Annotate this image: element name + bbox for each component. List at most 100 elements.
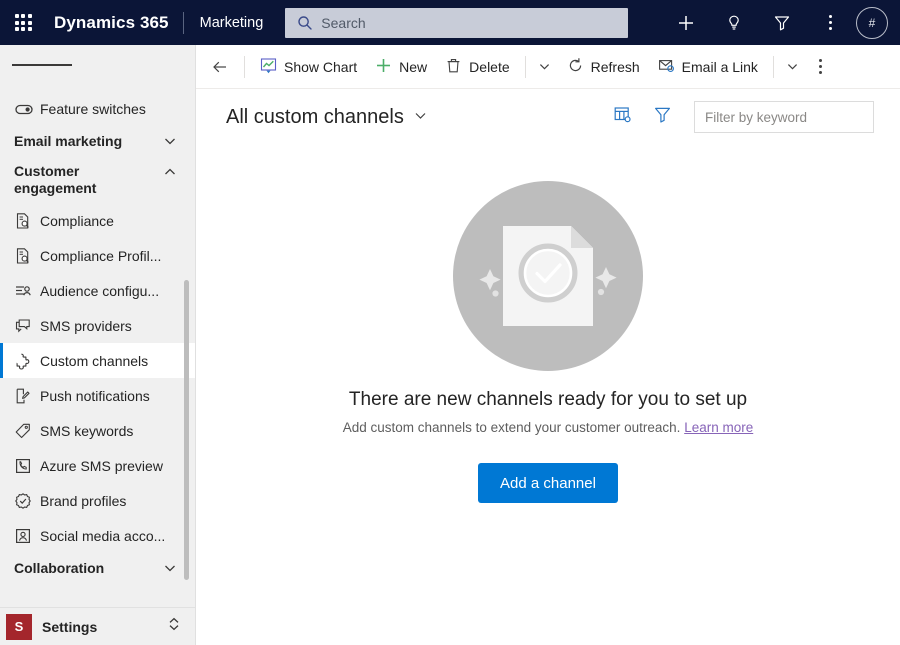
command-divider <box>772 55 774 78</box>
sidebar-item-feature-switches[interactable]: Feature switches <box>0 91 195 126</box>
sidebar-scrollbar[interactable] <box>184 280 189 580</box>
sidebar-group-customer-engagement[interactable]: Customer engagement <box>0 157 195 203</box>
main-content: Show Chart New Delete Refresh Email a Li… <box>196 45 900 645</box>
app-name[interactable]: Marketing <box>184 15 280 31</box>
learn-more-link[interactable]: Learn more <box>684 420 753 435</box>
chevron-up-icon <box>163 165 177 182</box>
brand-title[interactable]: Dynamics 365 <box>46 13 183 33</box>
chevron-down-icon <box>413 106 428 129</box>
seal-check-icon <box>14 492 40 510</box>
empty-state-subtitle-text: Add custom channels to extend your custo… <box>342 420 685 435</box>
toggle-icon <box>14 99 40 119</box>
sidebar-item-compliance-profiles[interactable]: Compliance Profil... <box>0 238 195 273</box>
document-search-icon <box>14 212 40 230</box>
phone-box-icon <box>14 457 40 475</box>
edit-columns-icon <box>613 105 632 129</box>
updown-chevron-icon <box>167 616 181 637</box>
sitemap-scroll-area: Feature switches Email marketing Custome… <box>0 85 195 607</box>
sidebar-item-label: SMS providers <box>40 317 132 334</box>
sidebar-item-brand-profiles[interactable]: Brand profiles <box>0 483 195 518</box>
avatar[interactable]: # <box>856 6 888 39</box>
back-arrow-icon[interactable] <box>202 49 238 85</box>
email-chevron-down-icon[interactable] <box>780 49 806 85</box>
sidebar-item-social-media-accounts[interactable]: Social media acco... <box>0 518 195 553</box>
app-body: Feature switches Email marketing Custome… <box>0 45 900 645</box>
more-vertical-icon <box>828 15 832 30</box>
area-switcher-label: Settings <box>42 618 98 635</box>
empty-state-subtitle: Add custom channels to extend your custo… <box>343 420 753 435</box>
sidebar-item-audience-configuration[interactable]: Audience configu... <box>0 273 195 308</box>
new-button[interactable]: New <box>366 49 436 85</box>
command-label: Show Chart <box>284 58 358 75</box>
tag-icon <box>14 422 40 440</box>
audience-list-icon <box>14 282 40 300</box>
area-badge: S <box>6 613 32 640</box>
delete-button[interactable]: Delete <box>436 49 518 85</box>
page-title: All custom channels <box>226 105 404 128</box>
sidebar-group-label: Customer engagement <box>14 163 97 196</box>
view-selector[interactable]: All custom channels <box>226 106 428 129</box>
app-window: Dynamics 365 Marketing Search # Feature … <box>0 0 900 645</box>
sidebar-group-email-marketing[interactable]: Email marketing <box>0 126 195 157</box>
email-a-link-button[interactable]: Email a Link <box>649 49 767 85</box>
sitemap-sidebar: Feature switches Email marketing Custome… <box>0 45 196 645</box>
funnel-icon <box>774 15 790 30</box>
push-notification-icon <box>14 387 40 405</box>
refresh-icon <box>567 57 584 77</box>
sidebar-item-compliance[interactable]: Compliance <box>0 203 195 238</box>
sidebar-item-label: Custom channels <box>40 352 149 369</box>
command-divider <box>244 55 245 78</box>
sidebar-item-azure-sms-preview[interactable]: Azure SMS preview <box>0 448 195 483</box>
sidebar-item-label: Feature switches <box>40 100 146 117</box>
header-filter-button[interactable] <box>758 0 806 45</box>
person-frame-icon <box>14 527 40 545</box>
sidebar-item-label: Azure SMS preview <box>40 457 163 474</box>
sidebar-item-sms-providers[interactable]: SMS providers <box>0 308 195 343</box>
hamburger-icon[interactable] <box>0 45 195 85</box>
command-label: Delete <box>469 58 510 75</box>
search-icon <box>297 15 313 31</box>
sidebar-item-label: SMS keywords <box>40 422 134 439</box>
sidebar-group-collaboration[interactable]: Collaboration <box>0 553 195 584</box>
search-input[interactable] <box>321 14 582 31</box>
trash-icon <box>445 57 462 77</box>
plus-icon <box>375 57 392 77</box>
header-more-button[interactable] <box>806 0 854 45</box>
show-chart-button[interactable]: Show Chart <box>251 49 366 85</box>
empty-state-title: There are new channels ready for you to … <box>348 389 748 410</box>
sidebar-item-push-notifications[interactable]: Push notifications <box>0 378 195 413</box>
chart-icon <box>260 57 277 77</box>
document-check-sparkles-illustration <box>453 181 643 371</box>
command-label: Refresh <box>590 58 640 75</box>
edit-columns-button[interactable] <box>606 101 638 133</box>
sidebar-group-label: Collaboration <box>14 560 105 576</box>
puzzle-piece-icon <box>14 352 40 370</box>
add-a-channel-button[interactable]: Add a channel <box>478 463 618 503</box>
chevron-down-icon <box>163 134 177 151</box>
sidebar-item-custom-channels[interactable]: Custom channels <box>0 343 195 378</box>
insights-button[interactable] <box>710 0 758 45</box>
command-divider <box>524 55 526 78</box>
global-search[interactable] <box>285 7 629 38</box>
view-toolbar: All custom channels <box>196 89 900 145</box>
sidebar-group-label: Email marketing <box>14 133 123 149</box>
more-vertical-icon <box>819 59 823 74</box>
command-overflow-button[interactable] <box>806 49 836 85</box>
app-launcher-icon[interactable] <box>0 0 46 45</box>
area-switcher[interactable]: S Settings <box>0 607 195 645</box>
funnel-icon <box>653 105 672 129</box>
quick-create-button[interactable] <box>662 0 710 45</box>
view-filter-button[interactable] <box>646 101 678 133</box>
document-search-icon <box>14 247 40 265</box>
plus-icon <box>679 15 693 30</box>
lightbulb-icon <box>729 15 739 30</box>
command-bar: Show Chart New Delete Refresh Email a Li… <box>196 45 900 89</box>
sidebar-item-label: Compliance Profil... <box>40 247 162 264</box>
delete-chevron-down-icon[interactable] <box>532 49 558 85</box>
chevron-down-icon <box>163 561 177 578</box>
sidebar-item-label: Compliance <box>40 212 114 229</box>
filter-by-keyword-input[interactable] <box>694 101 874 133</box>
refresh-button[interactable]: Refresh <box>558 49 649 85</box>
sidebar-item-label: Audience configu... <box>40 282 160 299</box>
sidebar-item-sms-keywords[interactable]: SMS keywords <box>0 413 195 448</box>
